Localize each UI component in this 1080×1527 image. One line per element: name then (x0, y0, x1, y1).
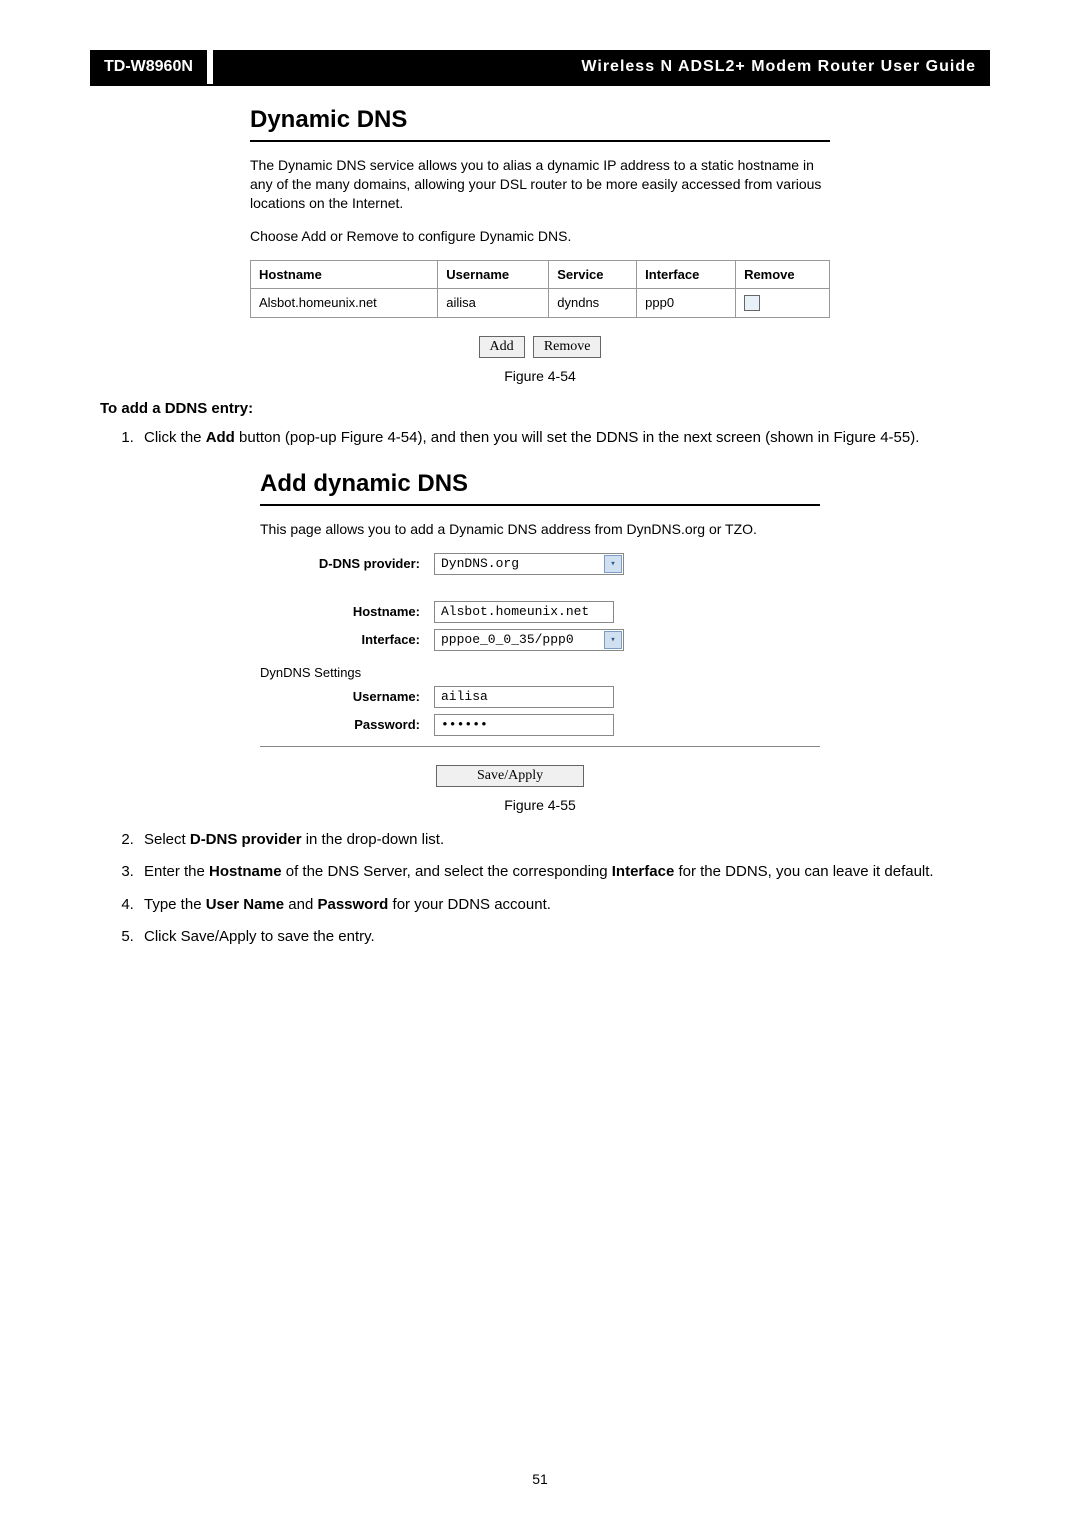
cell-hostname: Alsbot.homeunix.net (251, 288, 438, 318)
step-2: Select D-DNS provider in the drop-down l… (138, 829, 980, 852)
figure-caption-55: Figure 4-55 (100, 797, 980, 813)
cell-service: dyndns (549, 288, 637, 318)
divider (260, 504, 820, 506)
ddns-table: Hostname Username Service Interface Remo… (250, 260, 830, 319)
label-interface: Interface: (260, 632, 434, 647)
guide-title: Wireless N ADSL2+ Modem Router User Guid… (213, 50, 990, 84)
divider (250, 140, 830, 142)
label-provider: D-DNS provider: (260, 556, 434, 571)
table-row: Alsbot.homeunix.net ailisa dyndns ppp0 (251, 288, 830, 318)
step-3: Enter the Hostname of the DNS Server, an… (138, 861, 980, 884)
button-row: Add Remove (250, 336, 830, 358)
col-remove: Remove (736, 260, 830, 288)
row-hostname: Hostname: (260, 601, 820, 623)
interface-value: pppoe_0_0_35/ppp0 (441, 632, 574, 647)
provider-value: DynDNS.org (441, 556, 519, 571)
page-number: 51 (0, 1471, 1080, 1487)
step-5: Click Save/Apply to save the entry. (138, 926, 980, 949)
username-input[interactable] (434, 686, 614, 708)
step-1: Click the Add button (pop-up Figure 4-54… (138, 427, 980, 450)
chevron-down-icon: ▾ (604, 555, 622, 573)
cell-username: ailisa (438, 288, 549, 318)
table-header-row: Hostname Username Service Interface Remo… (251, 260, 830, 288)
col-interface: Interface (637, 260, 736, 288)
cell-remove (736, 288, 830, 318)
remove-checkbox[interactable] (744, 295, 760, 311)
interface-select[interactable]: pppoe_0_0_35/ppp0 ▾ (434, 629, 624, 651)
row-provider: D-DNS provider: DynDNS.org ▾ (260, 553, 820, 575)
panel-desc: The Dynamic DNS service allows you to al… (250, 156, 830, 213)
label-username: Username: (260, 689, 434, 704)
figure-4-54: Dynamic DNS The Dynamic DNS service allo… (250, 106, 830, 358)
panel-instruction: Choose Add or Remove to configure Dynami… (250, 227, 830, 246)
row-password: Password: (260, 714, 820, 736)
col-username: Username (438, 260, 549, 288)
password-input[interactable] (434, 714, 614, 736)
model-label: TD-W8960N (90, 50, 207, 84)
panel2-desc: This page allows you to add a Dynamic DN… (260, 520, 820, 539)
save-apply-button[interactable]: Save/Apply (436, 765, 584, 787)
divider (260, 746, 820, 747)
cell-interface: ppp0 (637, 288, 736, 318)
page-header: TD-W8960N Wireless N ADSL2+ Modem Router… (90, 50, 990, 86)
add-button[interactable]: Add (479, 336, 525, 358)
col-service: Service (549, 260, 637, 288)
steps-list-1: Click the Add button (pop-up Figure 4-54… (100, 427, 980, 450)
panel-title: Dynamic DNS (250, 106, 830, 134)
provider-select[interactable]: DynDNS.org ▾ (434, 553, 624, 575)
panel2-title: Add dynamic DNS (260, 470, 820, 498)
col-hostname: Hostname (251, 260, 438, 288)
dyndns-settings-label: DynDNS Settings (260, 665, 820, 680)
steps-list-2: Select D-DNS provider in the drop-down l… (100, 829, 980, 949)
remove-button[interactable]: Remove (533, 336, 602, 358)
row-interface: Interface: pppoe_0_0_35/ppp0 ▾ (260, 629, 820, 651)
label-hostname: Hostname: (260, 604, 434, 619)
label-password: Password: (260, 717, 434, 732)
figure-caption-54: Figure 4-54 (100, 368, 980, 384)
step-4: Type the User Name and Password for your… (138, 894, 980, 917)
row-username: Username: (260, 686, 820, 708)
hostname-input[interactable] (434, 601, 614, 623)
figure-4-55: Add dynamic DNS This page allows you to … (260, 470, 820, 787)
chevron-down-icon: ▾ (604, 631, 622, 649)
section-label: To add a DDNS entry: (100, 400, 980, 417)
